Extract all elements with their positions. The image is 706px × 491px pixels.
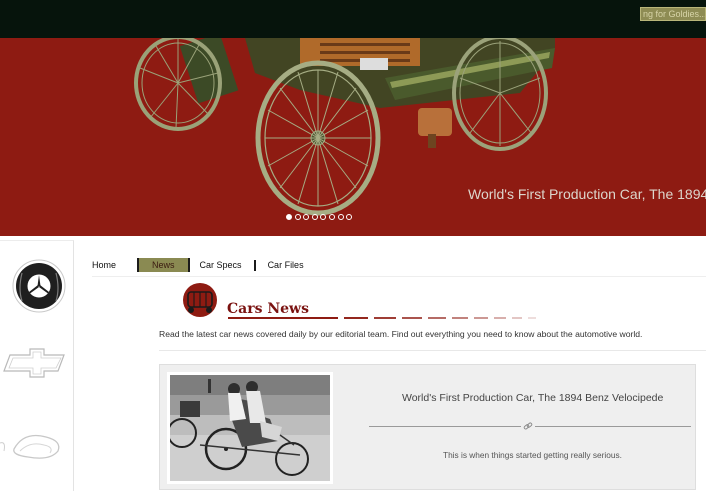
nav-separator bbox=[253, 259, 256, 271]
intro-divider bbox=[159, 350, 706, 351]
nav-car-specs[interactable]: Car Specs bbox=[200, 260, 242, 270]
brand-sidebar bbox=[0, 240, 74, 491]
section-intro: Read the latest car news covered daily b… bbox=[159, 329, 643, 339]
top-bar bbox=[0, 0, 706, 38]
slider-dot[interactable] bbox=[303, 214, 310, 220]
article-card[interactable]: World's First Production Car, The 1894 B… bbox=[159, 364, 696, 490]
slider-dot[interactable] bbox=[346, 214, 353, 220]
hero-slider[interactable]: World's First Production Car, The 1894 bbox=[0, 38, 706, 236]
mercedes-logo[interactable] bbox=[0, 241, 74, 341]
slider-dots bbox=[286, 214, 353, 222]
nav-car-files[interactable]: Car Files bbox=[268, 260, 304, 270]
article-title[interactable]: World's First Production Car, The 1894 B… bbox=[402, 392, 663, 404]
slider-dot[interactable] bbox=[294, 214, 301, 220]
section-title: Cars News bbox=[227, 301, 309, 317]
chevrolet-logo[interactable] bbox=[0, 341, 74, 401]
hero-car-image bbox=[134, 38, 555, 216]
main-nav: Home News Car Specs Car Files bbox=[92, 258, 304, 272]
hero-caption: World's First Production Car, The 1894 bbox=[468, 186, 706, 202]
article-description: This is when things started getting real… bbox=[443, 450, 622, 460]
page: World's First Production Car, The 1894 bbox=[0, 0, 706, 491]
slider-dot[interactable] bbox=[320, 214, 327, 220]
vintage-brand-logo[interactable] bbox=[0, 421, 74, 471]
nav-divider bbox=[92, 276, 706, 277]
link-icon[interactable] bbox=[521, 419, 535, 433]
article-photo[interactable] bbox=[167, 372, 333, 484]
benz-velocipede-photo bbox=[170, 375, 330, 481]
slider-dot[interactable] bbox=[337, 214, 344, 220]
slider-dot[interactable] bbox=[328, 214, 335, 220]
nav-news[interactable]: News bbox=[137, 258, 190, 272]
slider-dot[interactable] bbox=[286, 214, 292, 220]
slider-dot[interactable] bbox=[311, 214, 318, 220]
search-input[interactable] bbox=[640, 7, 706, 21]
nav-home[interactable]: Home bbox=[92, 260, 116, 270]
